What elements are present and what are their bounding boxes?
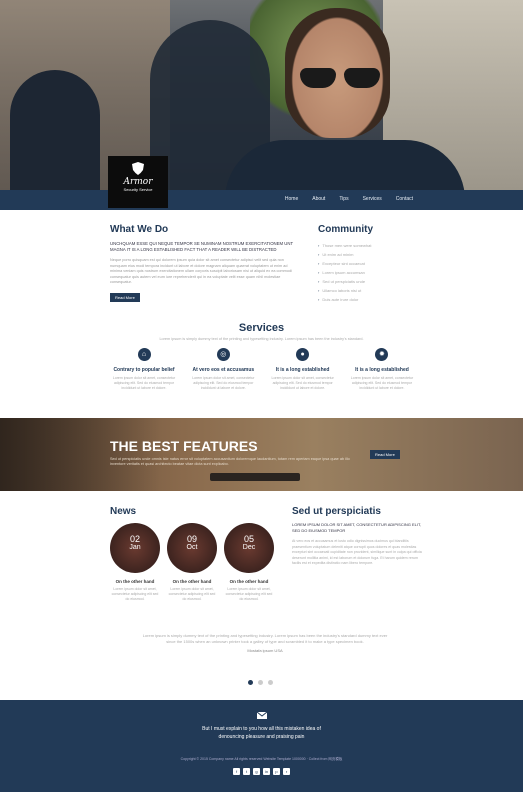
community-link[interactable]: Ut enim ad minim <box>318 250 428 259</box>
target-icon: ◎ <box>216 348 230 361</box>
pinterest-icon[interactable]: p <box>273 768 280 775</box>
news-item[interactable]: 02 Jan On the other hand Lorem ipsum dol… <box>110 523 160 602</box>
community-list: Those men were somewhat Ut enim ad minim… <box>318 241 428 304</box>
testimonial-text: Lorem ipsum is simply dummy text of the … <box>142 633 388 644</box>
facebook-icon[interactable]: f <box>233 768 240 775</box>
sunglasses <box>300 68 382 88</box>
footer-copyright: Copyright © 2015 Company name All rights… <box>180 757 343 761</box>
news-month: Jan <box>129 544 141 551</box>
google-plus-icon[interactable]: g <box>253 768 260 775</box>
community-section: Community Those men were somewhat Ut eni… <box>318 224 428 304</box>
community-link[interactable]: Duis aute irure dolor <box>318 295 428 304</box>
officer-uniform <box>225 140 465 190</box>
service-item: ✹ It is a long established Lorem ipsum d… <box>346 348 418 391</box>
rss-icon[interactable]: r <box>283 768 290 775</box>
service-text: Lorem ipsum dolor sit amet, consectetur … <box>192 376 255 390</box>
community-link[interactable]: Excepteur sint occaecat <box>318 259 428 268</box>
service-text: Lorem ipsum dolor sit amet, consectetur … <box>271 376 334 390</box>
carousel-dot[interactable] <box>258 680 263 685</box>
sed-title: Sed ut perspiciatis <box>292 506 381 517</box>
what-we-do-section: What We Do UNCHQUAM ESSE QUI NEQUE TEMPO… <box>110 224 300 304</box>
features-read-more-button[interactable]: Read More <box>370 450 400 459</box>
carousel-dot[interactable] <box>248 680 253 685</box>
service-title: Contrary to popular belief <box>113 367 175 373</box>
carousel-dots <box>248 680 273 685</box>
footer-quote: But I must explain to you how all this m… <box>202 726 321 740</box>
news-headline[interactable]: On the other hand <box>224 579 274 584</box>
news-month: Dec <box>242 544 256 551</box>
features-title: THE BEST FEATURES <box>110 438 258 454</box>
what-we-do-body: Neque porro quisquam est qui dolorem ips… <box>110 258 292 284</box>
community-link[interactable]: Those men were somewhat <box>318 241 428 250</box>
news-date-badge: 09 Oct <box>167 523 217 573</box>
nav-item-tips[interactable]: Tips <box>339 196 348 202</box>
news-item[interactable]: 09 Oct On the other hand Lorem ipsum dol… <box>167 523 217 602</box>
sed-lead: LOREM IPSUM DOLOR SIT AMET, CONSECTETUR … <box>292 522 422 533</box>
nav-item-about[interactable]: About <box>312 196 325 202</box>
home-icon: ⌂ <box>137 348 151 361</box>
news-month: Oct <box>186 544 198 551</box>
rifle-image <box>210 473 300 481</box>
carousel-dot[interactable] <box>268 680 273 685</box>
background-officer <box>10 70 100 190</box>
read-more-button[interactable]: Read More <box>110 292 140 302</box>
news-text: Lorem ipsum dolor sit amet, consectetur … <box>111 587 159 601</box>
shield-icon <box>132 162 144 175</box>
footer: But I must explain to you how all this m… <box>0 700 523 792</box>
person-icon: ● <box>296 348 310 361</box>
service-title: At vero eos et accusamus <box>192 367 255 373</box>
news-item[interactable]: 05 Dec On the other hand Lorem ipsum dol… <box>224 523 274 602</box>
logo-brand: Armor <box>123 177 153 187</box>
news-day: 05 <box>243 534 254 544</box>
service-item: ◎ At vero eos et accusamus Lorem ipsum d… <box>187 348 259 391</box>
gear-icon: ✹ <box>375 348 389 361</box>
sed-body: At vero eos et accusamus et iusto odio d… <box>292 539 422 565</box>
nav-item-home[interactable]: Home <box>285 196 298 202</box>
nav-item-services[interactable]: Services <box>363 196 382 202</box>
logo-tagline: Security Service <box>123 187 153 192</box>
news-title: News <box>110 506 137 517</box>
news-date-badge: 05 Dec <box>224 523 274 573</box>
news-day: 09 <box>186 534 197 544</box>
hero-banner <box>0 0 523 190</box>
news-text: Lorem ipsum dolor sit amet, consectetur … <box>168 587 216 601</box>
services-section: Services Lorem ipsum is simply dummy tex… <box>0 322 523 341</box>
services-intro: Lorem ipsum is simply dummy text of the … <box>159 337 364 341</box>
service-item: ● It is a long established Lorem ipsum d… <box>267 348 339 391</box>
main-navbar: Home About Tips Services Contact <box>0 190 523 210</box>
testimonial: Lorem ipsum is simply dummy text of the … <box>140 633 390 654</box>
what-we-do-lead: UNCHQUAM ESSE QUI NEQUE TEMPOR SE NUMINA… <box>110 241 294 252</box>
community-link[interactable]: Lorem ipsum accumsan <box>318 268 428 277</box>
services-row: ⌂ Contrary to popular belief Lorem ipsum… <box>108 348 418 391</box>
service-text: Lorem ipsum dolor sit amet, consectetur … <box>112 376 176 390</box>
linkedin-icon[interactable]: in <box>263 768 270 775</box>
site-logo[interactable]: Armor Security Service <box>108 156 168 208</box>
community-link[interactable]: Ullamco laboris nisi ut <box>318 286 428 295</box>
twitter-icon[interactable]: t <box>243 768 250 775</box>
features-banner: THE BEST FEATURES Sed ut perspiciatis un… <box>0 418 523 491</box>
testimonial-author: Mostafa ipsum USA <box>247 648 283 653</box>
features-text: Sed ut perspiciatis unde omnis iste natu… <box>110 457 350 466</box>
nav-menu: Home About Tips Services Contact <box>285 196 413 202</box>
service-text: Lorem ipsum dolor sit amet, consectetur … <box>350 376 414 390</box>
sed-section: Sed ut perspiciatis LOREM IPSUM DOLOR SI… <box>292 506 422 567</box>
service-title: It is a long established <box>275 367 330 373</box>
social-links: f t g in p r <box>0 768 523 775</box>
service-item: ⌂ Contrary to popular belief Lorem ipsum… <box>108 348 180 391</box>
community-title: Community <box>318 224 373 235</box>
news-text: Lorem ipsum dolor sit amet, consectetur … <box>225 587 273 601</box>
news-day: 02 <box>129 534 140 544</box>
services-title: Services <box>238 322 285 334</box>
news-headline[interactable]: On the other hand <box>110 579 160 584</box>
nav-item-contact[interactable]: Contact <box>396 196 413 202</box>
service-title: It is a long established <box>355 367 409 373</box>
news-headline[interactable]: On the other hand <box>167 579 217 584</box>
what-we-do-title: What We Do <box>110 224 169 235</box>
mail-icon <box>256 712 267 719</box>
news-date-badge: 02 Jan <box>110 523 160 573</box>
news-section: News 02 Jan On the other hand Lorem ipsu… <box>110 506 290 602</box>
news-list: 02 Jan On the other hand Lorem ipsum dol… <box>110 523 290 602</box>
community-link[interactable]: Sed ut perspiciatis unde <box>318 277 428 286</box>
